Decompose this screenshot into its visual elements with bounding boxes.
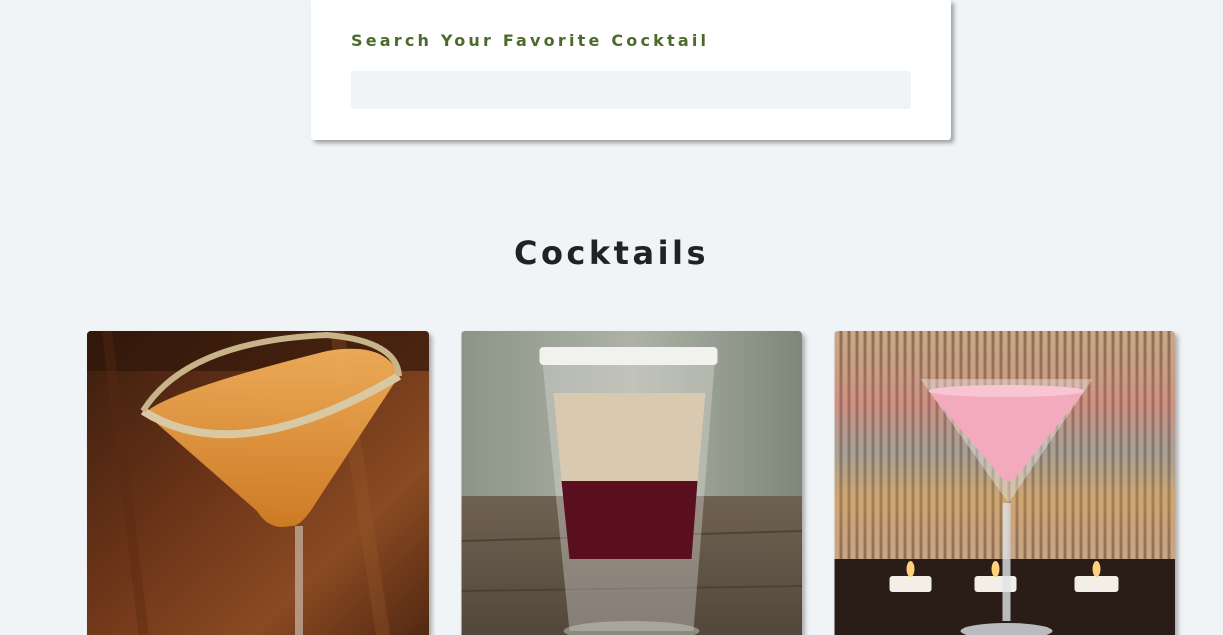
cocktail-card[interactable]	[87, 331, 429, 635]
cocktail-image[interactable]	[461, 331, 802, 635]
search-label: Search Your Favorite Cocktail	[351, 31, 710, 50]
cocktail-image[interactable]	[87, 331, 429, 635]
search-input[interactable]	[351, 71, 911, 109]
section-title: Cocktails	[513, 234, 710, 272]
page: Search Your Favorite Cocktail Cocktails	[0, 0, 1223, 635]
cocktail-card[interactable]	[834, 331, 1175, 635]
search-card: Search Your Favorite Cocktail	[311, 0, 951, 140]
cocktail-image[interactable]	[834, 331, 1175, 635]
cocktail-card[interactable]	[461, 331, 802, 635]
